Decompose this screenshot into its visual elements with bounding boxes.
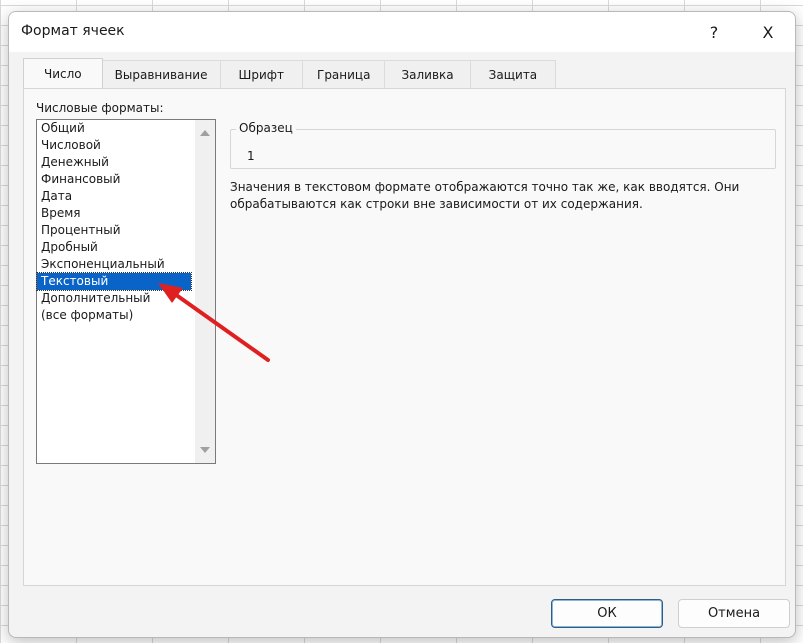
sample-group: 1: [230, 129, 776, 169]
format-cells-dialog: Формат ячеек ? X Число Выравнивание Шриф…: [8, 11, 796, 638]
format-item[interactable]: Числовой: [37, 137, 191, 154]
title-bar: Формат ячеек ? X: [9, 12, 795, 52]
cancel-button[interactable]: Отмена: [678, 599, 790, 628]
sample-label: Образец: [236, 121, 296, 135]
format-description: Значения в текстовом формате отображаютс…: [230, 180, 740, 211]
format-item[interactable]: (все форматы): [37, 307, 191, 324]
list-scrollbar[interactable]: [195, 120, 215, 463]
dialog-title: Формат ячеек: [21, 23, 125, 39]
format-item[interactable]: Финансовый: [37, 171, 191, 188]
close-button[interactable]: X: [751, 18, 785, 46]
format-item-selected[interactable]: Текстовый: [36, 272, 192, 291]
formats-label: Числовые форматы:: [36, 101, 164, 115]
sample-value: 1: [247, 149, 255, 163]
format-item[interactable]: Общий: [37, 120, 191, 137]
format-item[interactable]: Дополнительный: [37, 290, 191, 307]
format-item[interactable]: Экспоненциальный: [37, 256, 191, 273]
formats-listbox[interactable]: Общий Числовой Денежный Финансовый Дата …: [36, 119, 216, 464]
format-item[interactable]: Денежный: [37, 154, 191, 171]
tab-number[interactable]: Число: [23, 58, 103, 88]
tab-alignment[interactable]: Выравнивание: [101, 60, 221, 88]
tab-bar: Число Выравнивание Шрифт Граница Заливка…: [23, 58, 557, 88]
help-button[interactable]: ?: [697, 18, 731, 46]
tab-border[interactable]: Граница: [302, 60, 386, 88]
ok-button[interactable]: ОК: [551, 599, 663, 628]
format-item[interactable]: Процентный: [37, 222, 191, 239]
number-tab-panel: Числовые форматы: Общий Числовой Денежны…: [23, 88, 786, 586]
format-item[interactable]: Дата: [37, 188, 191, 205]
format-item[interactable]: Дробный: [37, 239, 191, 256]
scroll-down-icon[interactable]: [200, 447, 210, 453]
tab-protection[interactable]: Защита: [469, 60, 557, 88]
format-item[interactable]: Время: [37, 205, 191, 222]
tab-fill[interactable]: Заливка: [384, 60, 471, 88]
scroll-up-icon[interactable]: [200, 130, 210, 136]
tab-font[interactable]: Шрифт: [219, 60, 303, 88]
